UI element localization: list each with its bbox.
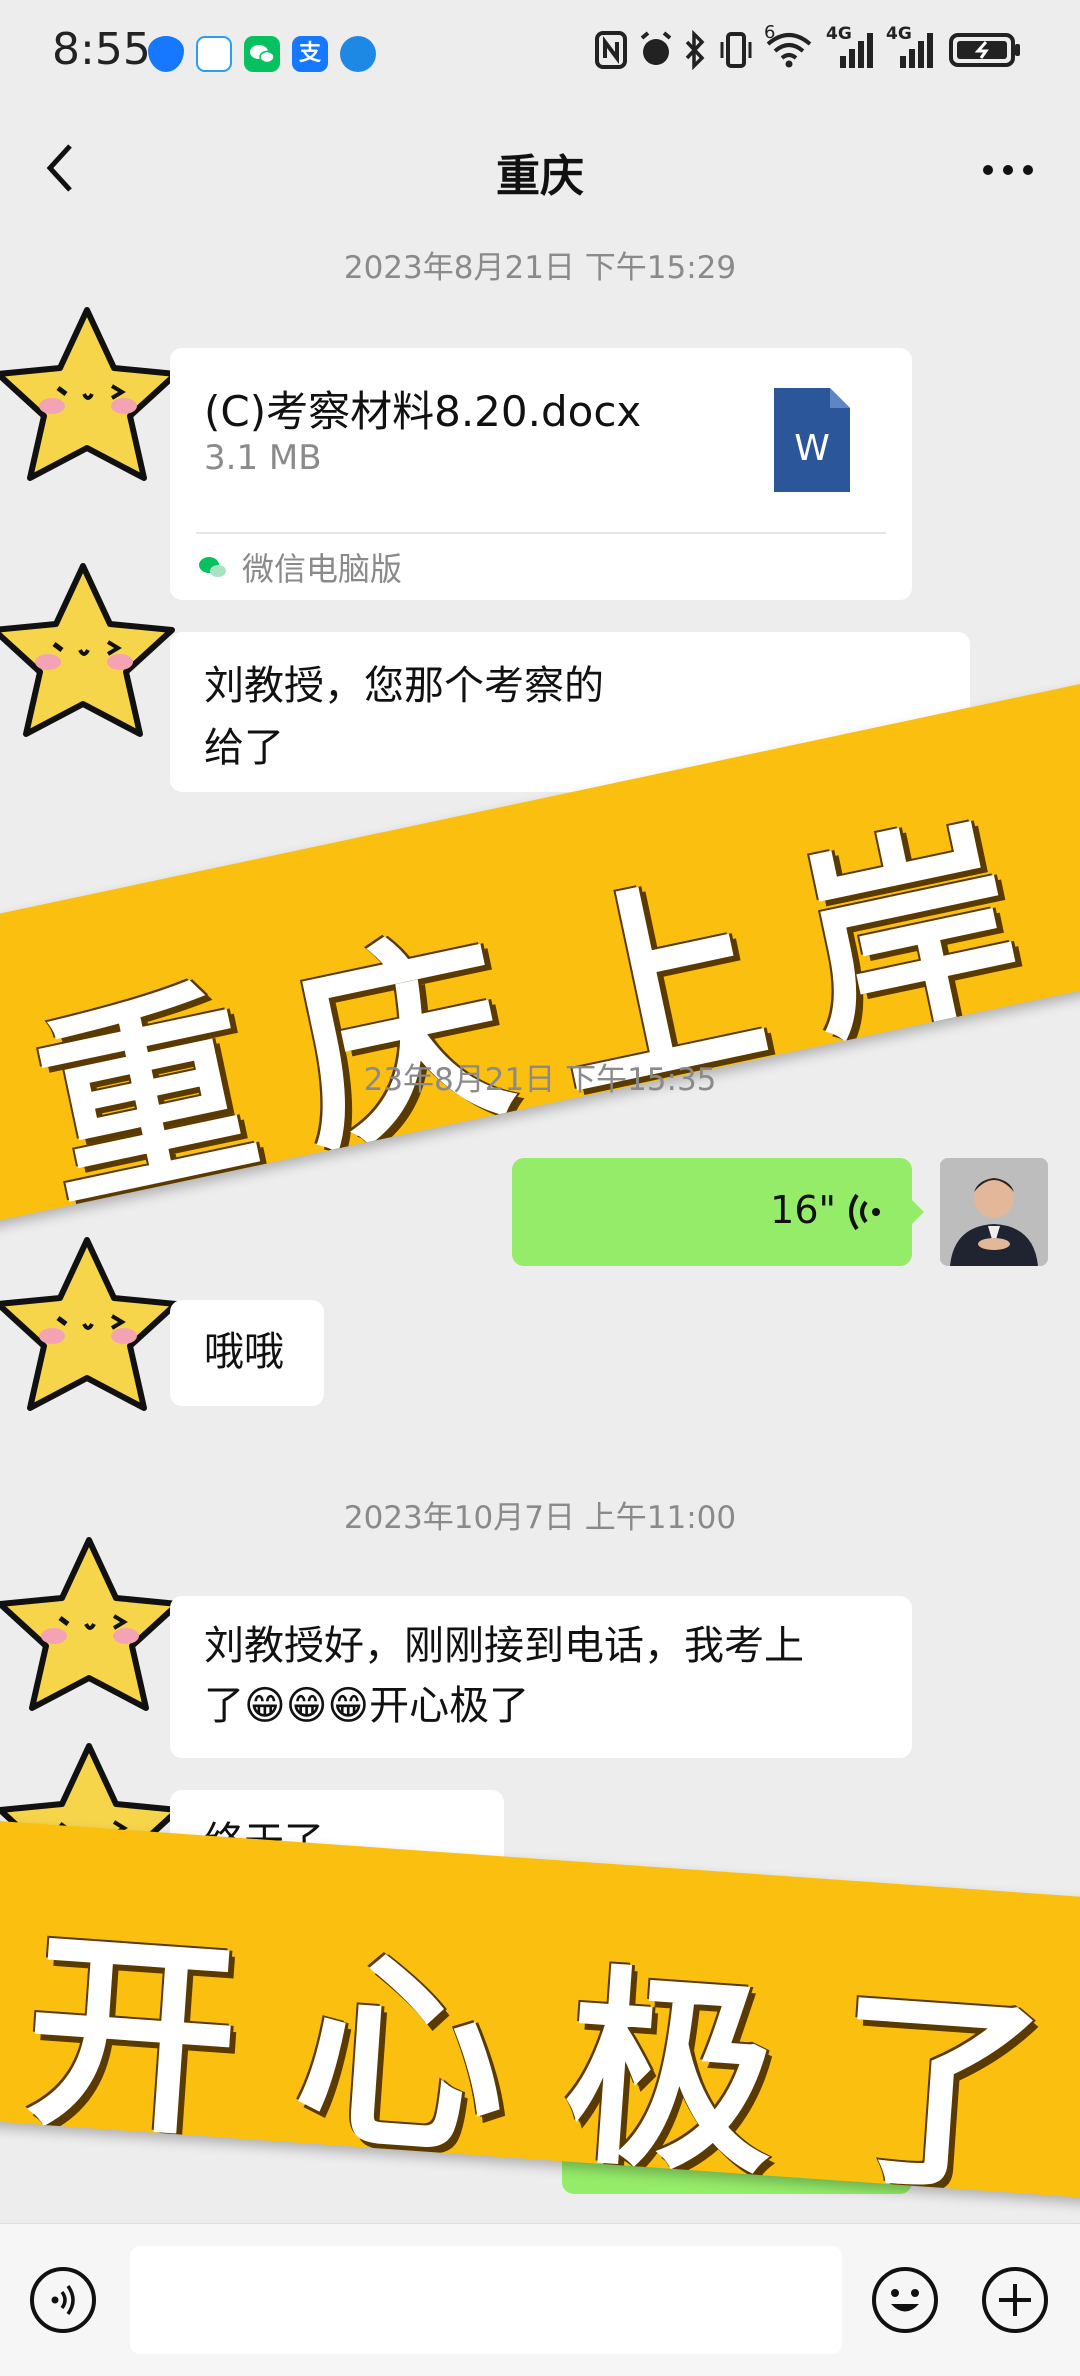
emoji-button[interactable] — [872, 2267, 938, 2333]
user-avatar[interactable] — [940, 1158, 1048, 1266]
input-bar — [0, 2223, 1080, 2376]
alipay-icon: 支 — [292, 36, 328, 72]
message-text: 刘教授好，刚刚接到电话，我考上 — [204, 1623, 804, 1669]
file-source: 微信电脑版 — [242, 550, 403, 588]
more-dots-icon — [983, 165, 1033, 175]
signal-1-icon: 4G — [826, 24, 874, 78]
qq-browser-icon — [196, 36, 232, 72]
timestamp: 23年8月21日 下午15:35 — [363, 1062, 717, 1098]
timestamp: 2023年10月7日 上午11:00 — [343, 1500, 737, 1536]
contact-avatar-star[interactable] — [0, 302, 182, 492]
message-bubble[interactable]: 哦哦 — [170, 1300, 324, 1406]
wechat-small-icon — [196, 550, 230, 584]
bubble-tail — [910, 1198, 924, 1226]
more-button[interactable] — [968, 140, 1048, 200]
battery-icon — [948, 30, 1022, 78]
file-message-card[interactable]: (C)考察材料8.20.docx 3.1 MB W 微信电脑版 — [170, 348, 912, 600]
word-doc-icon: W — [774, 388, 850, 492]
message-text: 刘教授，您那个考察的 — [204, 663, 604, 709]
bluetooth-icon — [684, 29, 706, 78]
voice-message-bubble[interactable]: 16" — [512, 1158, 912, 1266]
divider — [196, 532, 886, 534]
message-text: 了😁😁😁开心极了 — [204, 1683, 530, 1729]
file-size: 3.1 MB — [204, 438, 322, 478]
promo-banner-bottom: 开心极了 — [0, 1816, 1080, 2204]
contact-avatar-star[interactable] — [0, 1232, 182, 1422]
signal-2-icon: 4G — [886, 24, 934, 78]
message-input[interactable] — [130, 2246, 842, 2354]
vibrate-icon — [718, 30, 754, 78]
alarm-icon — [638, 30, 674, 78]
status-bar: 8:55 支 6 4G 4G — [0, 0, 1080, 110]
voice-duration: 16" — [770, 1188, 836, 1232]
more-actions-button[interactable] — [982, 2267, 1048, 2333]
chat-title: 重庆 — [496, 151, 584, 202]
file-name: (C)考察材料8.20.docx — [204, 387, 642, 436]
voice-icon — [51, 2284, 75, 2316]
contact-avatar-star[interactable] — [0, 558, 178, 748]
browser-icon — [340, 36, 376, 72]
plus-icon — [999, 2284, 1031, 2316]
timestamp: 2023年8月21日 下午15:29 — [343, 250, 737, 286]
wechat-icon — [244, 36, 280, 72]
message-bubble[interactable]: 刘教授好，刚刚接到电话，我考上 了😁😁😁开心极了 — [170, 1596, 912, 1758]
contact-avatar-star[interactable] — [0, 1532, 184, 1722]
wifi-icon: 6 — [764, 22, 814, 78]
message-text: 给了 — [204, 725, 284, 771]
shield-app-icon — [148, 36, 184, 72]
voice-input-button[interactable] — [30, 2267, 96, 2333]
message-text: 哦哦 — [204, 1329, 284, 1375]
smiley-icon — [891, 2289, 919, 2312]
voice-wave-icon — [849, 1193, 880, 1231]
nfc-icon — [594, 30, 628, 78]
status-time: 8:55 — [52, 24, 151, 75]
